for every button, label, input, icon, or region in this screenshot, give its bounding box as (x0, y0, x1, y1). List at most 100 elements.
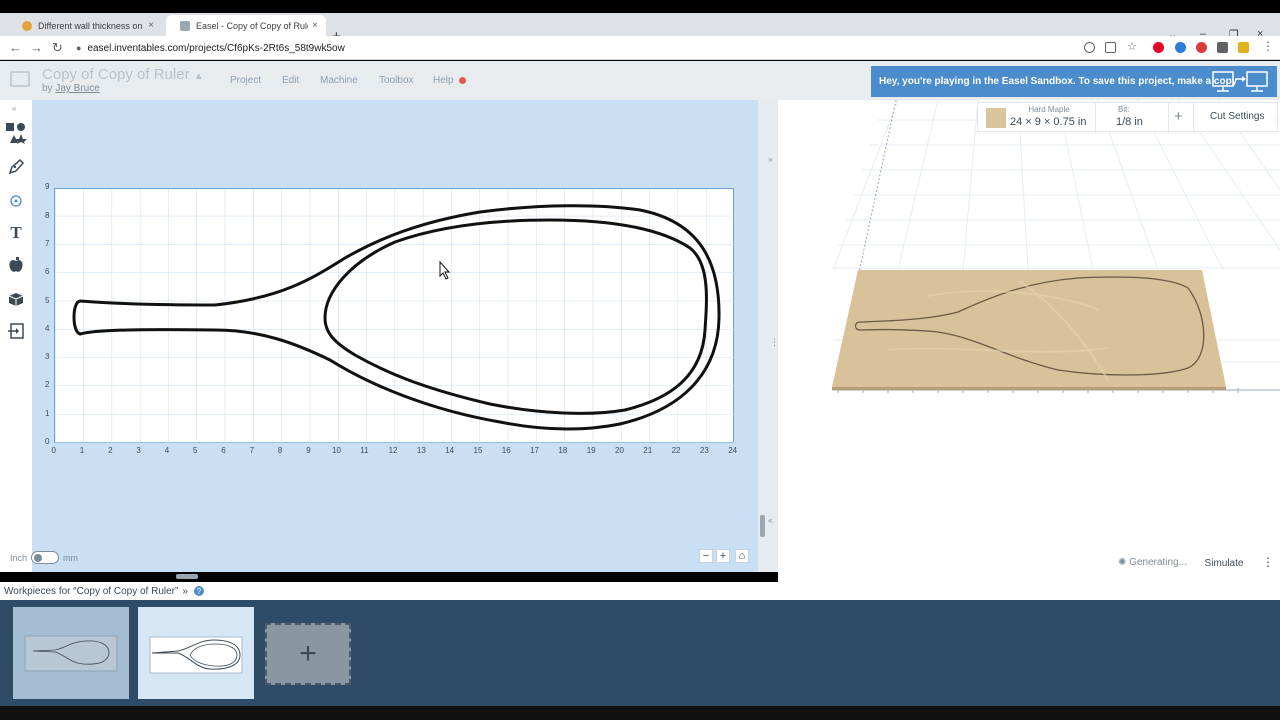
bit-size[interactable]: 1/8 in (1116, 116, 1143, 128)
browser-tab-fly-fish[interactable]: Different wall thickness on fly fish × (8, 15, 162, 36)
x-tick-label: 18 (558, 446, 568, 455)
easel-logo-icon[interactable] (10, 71, 30, 87)
material-dimensions: 24 × 9 × 0.75 in (1010, 116, 1087, 128)
extensions-puzzle-icon[interactable] (1217, 42, 1228, 53)
add-bit-button[interactable]: + (1174, 108, 1183, 125)
x-tick-label: 12 (388, 446, 398, 455)
menu-toolbox[interactable]: Toolbox (379, 75, 413, 86)
pen-icon[interactable] (4, 156, 28, 178)
bit-label: Bit: (1118, 105, 1130, 114)
project-title[interactable]: Copy of Copy of Ruler ▲ (42, 66, 204, 83)
horizontal-scroll-thumb[interactable] (176, 574, 198, 579)
extension-yellow-icon[interactable] (1238, 42, 1249, 53)
x-tick-label: 8 (277, 446, 283, 455)
3d-preview[interactable] (778, 100, 1280, 582)
text-icon[interactable]: T (4, 222, 28, 244)
menu-edit[interactable]: Edit (282, 75, 299, 86)
extension-red-icon[interactable] (1196, 42, 1207, 53)
y-tick-label: 6 (45, 267, 50, 277)
x-tick-label: 5 (193, 446, 198, 455)
share-icon[interactable] (1105, 42, 1116, 53)
unit-toggle[interactable]: Inch mm (10, 551, 78, 564)
box-icon[interactable] (4, 288, 28, 310)
x-tick-label: 17 (530, 446, 539, 455)
material-panel[interactable]: Hard Maple 24 × 9 × 0.75 in Bit: 1/8 in … (977, 102, 1278, 133)
x-tick-label: 9 (306, 446, 311, 455)
workpieces-label: Workpieces for “Copy of Copy of Ruler” (4, 585, 179, 597)
close-tab-icon[interactable]: × (312, 20, 318, 31)
scrollbar-thumb[interactable] (760, 515, 765, 537)
forward-icon[interactable]: → (30, 40, 43, 55)
sandbox-banner[interactable]: Hey, you're playing in the Easel Sandbox… (871, 66, 1277, 97)
workpiece-thumbnail-2[interactable] (138, 607, 254, 699)
collapse-tools-icon[interactable]: « (12, 104, 16, 113)
back-icon[interactable]: ← (9, 40, 22, 55)
collapse-preview-icon[interactable]: « (768, 516, 772, 525)
menu-project[interactable]: Project (230, 75, 261, 86)
help-icon[interactable]: ? (193, 586, 204, 596)
bookmark-star-icon[interactable]: ☆ (1127, 42, 1138, 53)
x-tick-label: 15 (473, 446, 483, 455)
x-tick-label: 19 (586, 446, 596, 455)
paddle-outer-outline (72, 204, 721, 431)
browser-tab-strip: Different wall thickness on fly fish × E… (0, 13, 1280, 45)
easel-header: Copy of Copy of Ruler ▲ by Jay Bruce Pro… (0, 61, 1280, 100)
zoom-out-button[interactable]: − (699, 549, 713, 563)
paddle-inner-outline (323, 218, 708, 415)
import-icon[interactable] (4, 320, 28, 342)
project-author-line: by Jay Bruce (42, 83, 100, 94)
generating-status: ✺ Generating... (1118, 557, 1187, 568)
y-tick-label: 7 (45, 238, 50, 248)
author-link[interactable]: Jay Bruce (55, 83, 99, 94)
x-tick-label: 4 (164, 446, 170, 455)
lock-icon: ● (76, 43, 82, 53)
url-text: easel.inventables.com/projects/Cf6pKs-2R… (87, 42, 345, 54)
stock-edge-face (832, 387, 1226, 390)
x-tick-label: 2 (108, 446, 113, 455)
browser-menu-icon[interactable]: ⋮ (1262, 39, 1274, 53)
x-tick-label: 22 (671, 446, 681, 455)
material-swatch[interactable] (986, 108, 1006, 128)
preview-menu-icon[interactable]: ⋮ (1262, 555, 1274, 569)
menu-machine[interactable]: Machine (320, 75, 358, 86)
y-tick-label: 1 (45, 408, 50, 418)
y-tick-label: 5 (45, 295, 50, 305)
add-workpiece-button[interactable]: + (265, 623, 351, 685)
spinner-icon: ✺ (1118, 557, 1127, 568)
simulate-button[interactable]: Simulate (1198, 552, 1250, 574)
target-icon[interactable] (4, 190, 28, 212)
favicon-icon (22, 20, 32, 31)
favicon-icon (180, 20, 190, 31)
x-tick-label: 14 (445, 446, 455, 455)
x-tick-label: 21 (643, 446, 653, 455)
address-bar-row: ← → ↻ ● easel.inventables.com/projects/C… (0, 36, 1280, 60)
pinterest-icon[interactable] (1153, 42, 1164, 53)
paddle-design-paths[interactable] (32, 100, 758, 572)
copy-project-icon (1212, 71, 1268, 92)
apple-icon[interactable] (4, 254, 28, 276)
reload-icon[interactable]: ↻ (52, 40, 63, 56)
expand-preview-icon[interactable]: » (768, 155, 772, 164)
unit-switch[interactable] (31, 551, 60, 564)
url-field[interactable]: ● easel.inventables.com/projects/Cf6pKs-… (76, 39, 1080, 57)
divider (1095, 103, 1096, 133)
workpiece-thumbnail-1[interactable] (13, 607, 129, 699)
extension-blue-icon[interactable] (1175, 42, 1186, 53)
menu-help[interactable]: Help (433, 75, 454, 86)
screen-bottom-edge (0, 706, 1280, 720)
x-tick-label: 24 (728, 446, 738, 455)
home-view-button[interactable]: ⌂ (735, 549, 749, 563)
cut-settings-button[interactable]: Cut Settings (1210, 111, 1264, 122)
unit-inch-label: Inch (10, 552, 28, 563)
x-tick-label: 0 (51, 446, 56, 455)
close-tab-icon[interactable]: × (148, 20, 154, 31)
x-tick-label: 7 (249, 446, 255, 455)
screen-top-edge (0, 0, 1280, 13)
canvas-scrollbar[interactable]: » ⋮ « (758, 100, 779, 572)
zoom-in-button[interactable]: + (716, 549, 730, 563)
zoom-icon[interactable] (1084, 42, 1095, 53)
workpieces-expand-icon[interactable]: » (182, 586, 188, 597)
shapes-icon[interactable] (4, 122, 28, 144)
browser-tab-easel[interactable]: Easel - Copy of Copy of Ruler × (166, 15, 326, 36)
divider (1168, 103, 1169, 133)
